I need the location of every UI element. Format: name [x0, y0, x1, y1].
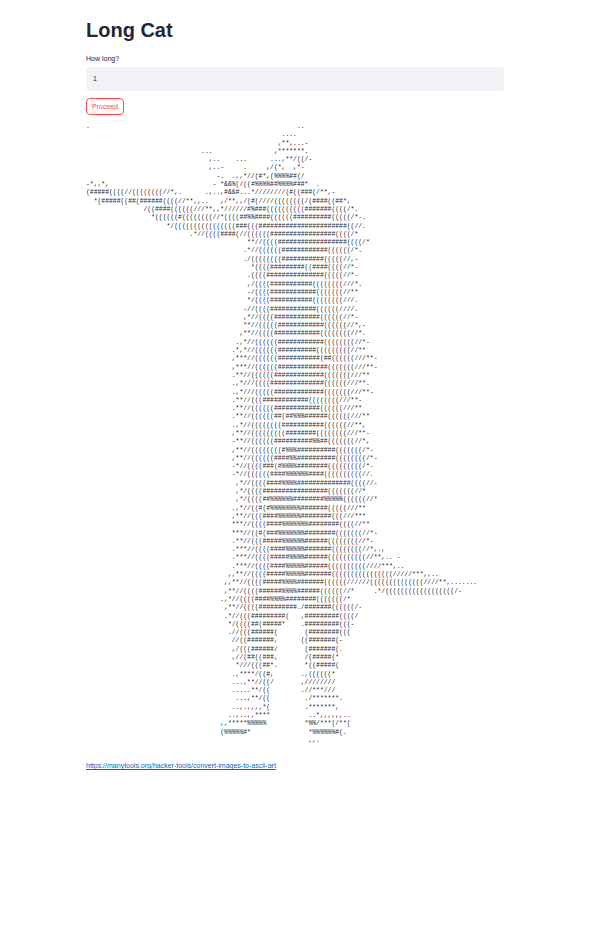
ascii-art-line: .*//((((((############((((((/*. — [86, 247, 504, 255]
ascii-art-line: (#####((((//((((((((//*,. .,..,#&&#...*/… — [86, 189, 504, 197]
ascii-art-line: .,*//((((((############((((((((//*- — [86, 339, 504, 347]
ascii-art-line: ,**//((((##########./#######((((((/- — [86, 604, 504, 612]
ascii-art-line: .,*//((((((((###########((((((//**, — [86, 422, 504, 430]
ascii-art-line: -*//((((((####%%%%%%####((((((((((//. — [86, 471, 504, 479]
ascii-art-line: //((#######, ((#######(- — [86, 637, 504, 645]
source-link[interactable]: https://manytools.org/hacker-tools/conve… — [86, 761, 276, 770]
ascii-art-line: .***//((((#####%%%%######((((((((((//**,… — [86, 554, 504, 562]
ascii-art-line: -*//((((###(#%%%%########(((((((((/*- — [86, 463, 504, 471]
ascii-art-line: (%%%%%#* *%%%%%%#(. — [86, 729, 504, 737]
ascii-art-line: *(#####((##(######((((//**,,.. ,/**,,/(#… — [86, 198, 504, 206]
ascii-art-line: -*,,*, - *&&%(/((#%%%%##%%%%###* . — [86, 181, 504, 189]
ascii-art-line: /((####((((((///**,,*//////#%###((((((((… — [86, 206, 504, 214]
length-input[interactable]: 1 — [86, 67, 504, 91]
ascii-art-line: .**//((((((############((((((///** — [86, 405, 504, 413]
ascii-art-line: ,,*****%%%%% *%%/***(/**( — [86, 720, 504, 728]
ascii-art-line: .,*///((((##############((((((///**. — [86, 380, 504, 388]
ascii-art-line: ... ,*******. — [86, 148, 504, 156]
ascii-art-line: ,**//(((((((((########((((((((///**- — [86, 430, 504, 438]
ascii-art-line: .,*///(((((#############(((((((///**- — [86, 389, 504, 397]
ascii-art-line: ...,**/(( ./*******. — [86, 695, 504, 703]
ascii-art-line: ,**,...- — [86, 140, 504, 148]
ascii-art-line: .((((###############(((((//*- — [86, 272, 504, 280]
ascii-art-line: ,.. ... ...,**/((/- — [86, 156, 504, 164]
ascii-art-line: .,*//((((####%%%%########(((((((/* — [86, 596, 504, 604]
ascii-art-line: ,,**//((((#####%%%%%#######(((((((((((((… — [86, 571, 504, 579]
ascii-art-line: .*//(((#########( ,#########((((/ — [86, 613, 504, 621]
ascii-art-line: .*//((((####(//((((((#################((… — [86, 231, 504, 239]
input-label: How long? — [86, 54, 119, 63]
ascii-art-line: .**//((((((##(##%%%######((((((///** — [86, 413, 504, 421]
page: Long Cat How long? 1 Proceed . .. .... ,**,.… — [0, 0, 594, 926]
ascii-art-line: **//((((##################((((/* — [86, 239, 504, 247]
ascii-art-line: .**//((((((#############(((((((///** — [86, 372, 504, 380]
ascii-art-line: ,**//((((((((#%%%##########(((((((/*- — [86, 447, 504, 455]
proceed-button[interactable]: Proceed — [86, 98, 124, 115]
ascii-art-line: ,*//((((############((((((//*- — [86, 314, 504, 322]
ascii-art-line: ,,**//((((#####%%%%#######((((((//////((… — [86, 579, 504, 587]
ascii-art-line: ,..- . ,/(*, ,*- — [86, 164, 504, 172]
ascii-art: . .. .... ,**,...- — [86, 123, 504, 745]
ascii-art-line: ./((((((((###########(((((//,- — [86, 256, 504, 264]
ascii-art-line: .... — [86, 131, 504, 139]
ascii-art-line: */((((###########((((((((///. — [86, 297, 504, 305]
ascii-art-line: ...,**//((/ ,//////// — [86, 679, 504, 687]
ascii-art-line: .//(((######( (########((( — [86, 629, 504, 637]
ascii-art-line: -. .,,*//(#*,(%%%%##(/ — [86, 173, 504, 181]
ascii-art-line: *((((#########((####((((//*- — [86, 264, 504, 272]
ascii-art-line: ***//((((####%%%%%%%########((((//** — [86, 521, 504, 529]
ascii-art-line: .***//((((####%%%%%#######((((((((//*,., — [86, 546, 504, 554]
ascii-art-line: ,***//((((((#############(((((((///**- — [86, 364, 504, 372]
ascii-art-line: -/((((############(((((((//** — [86, 289, 504, 297]
ascii-art-line: -**//((((((##########%%##(((((((//*, — [86, 438, 504, 446]
ascii-art-line: ,*/((((##%%%%%%########%%%%%((((((//* — [86, 496, 504, 504]
ascii-art-line: ***//((#(###%%%%%%%########(((((((//*- — [86, 530, 504, 538]
ascii-art-line: .**//(((#####%%%%%%######((((((((//*- — [86, 538, 504, 546]
ascii-art-line: ..,.,,,,*( .*******, — [86, 704, 504, 712]
ascii-art-line: . .. — [86, 123, 504, 131]
ascii-art-line: -//((((############((((((////. — [86, 306, 504, 314]
ascii-art-line: .,*//((#(#%%%%%%%%#######(((((///** — [86, 505, 504, 513]
ascii-art-line: ,*/((((#################(((((((//* — [86, 488, 504, 496]
ascii-art-line: .,****/((#, .,((((((* — [86, 671, 504, 679]
ascii-art-line: *///(((##*. *((#####( — [86, 662, 504, 670]
ascii-art-line: .....**/(( .//***/// — [86, 687, 504, 695]
ascii-art-line: ,*//((((####%%%%##############((((//- — [86, 480, 504, 488]
ascii-art-line: */((((##(#####* .#########(((- — [86, 621, 504, 629]
ascii-art-line: ,**//(((####%%%%%%########(((///*** — [86, 513, 504, 521]
ascii-art-line: **//(((((############((((((//*,- — [86, 322, 504, 330]
ascii-art-line: ,***//((((((###########(##((((((///**- — [86, 355, 504, 363]
ascii-art-line: *((((((#((((((((//*((((##%%####((((((###… — [86, 214, 504, 222]
ascii-art-line: ,/((((###########((((((((///*. — [86, 281, 504, 289]
ascii-art-line: ..,..,,**** ..*,,,,,,.. — [86, 712, 504, 720]
ascii-art-line: .***//((((####%%%%%######((((((((((////*… — [86, 563, 504, 571]
ascii-art-line: ,/(((######/ (#######(. — [86, 646, 504, 654]
ascii-art-line: .*,*//((((((##########(((((((((//** — [86, 347, 504, 355]
ascii-art-line: ,**//((((############((((((((//*. — [86, 330, 504, 338]
ascii-art-line: ,**//((((######%%%%######((((((//* .*/((… — [86, 588, 504, 596]
ascii-art-line: */((((((((((((((((###(((################… — [86, 223, 504, 231]
ascii-art-line: .**//(((############((((((((///**- — [86, 397, 504, 405]
page-title: Long Cat — [86, 18, 173, 42]
ascii-art-line: ,//(##((###, /(#####(* — [86, 654, 504, 662]
ascii-art-line: ,,. — [86, 737, 504, 745]
ascii-art-line: ,**//((((((####%%##########((((((((/*- — [86, 455, 504, 463]
